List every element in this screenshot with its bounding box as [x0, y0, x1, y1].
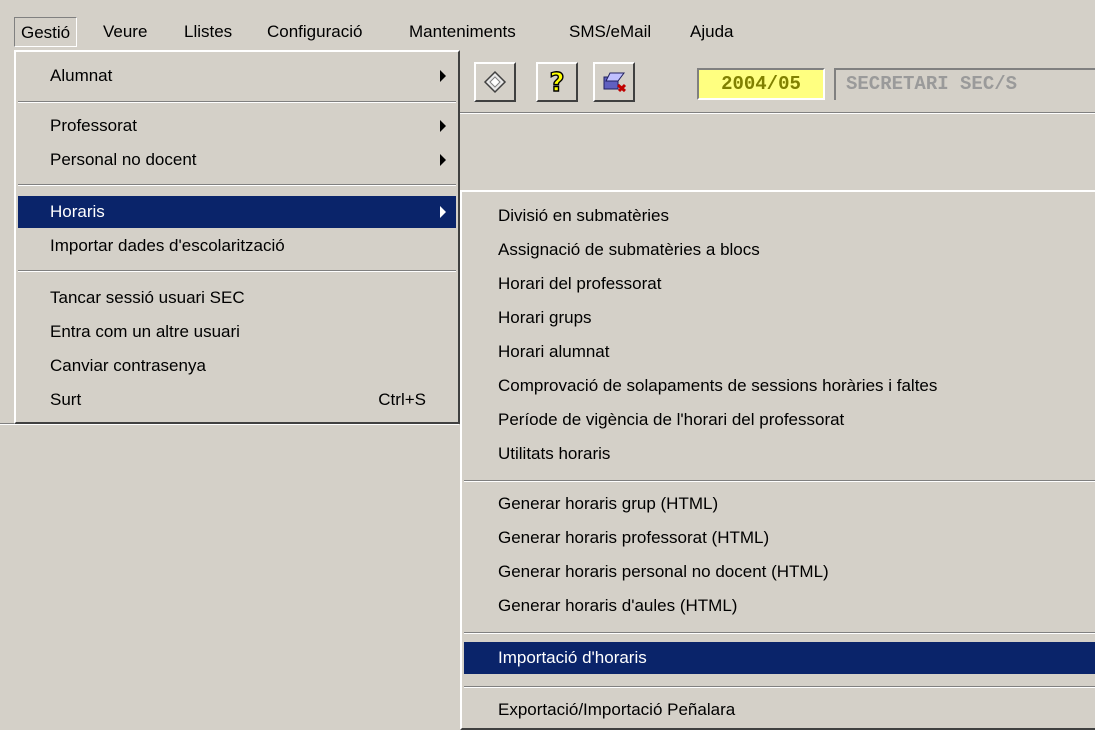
menu-item-label: Importar dades d'escolarització — [50, 236, 285, 255]
menu-item-exportacio-penalara[interactable]: Exportació/Importació Peñalara — [464, 694, 1095, 726]
exit-button[interactable] — [593, 62, 635, 102]
workspace-divider — [0, 424, 459, 425]
menu-item-surt[interactable]: Surt Ctrl+S — [18, 384, 456, 416]
menu-item-comprovacio-solapaments[interactable]: Comprovació de solapaments de sessions h… — [464, 370, 1095, 402]
menu-item-label: Entra com un altre usuari — [50, 322, 240, 341]
menu-manteniments[interactable]: Manteniments — [403, 17, 522, 47]
menu-item-horari-alumnat[interactable]: Horari alumnat — [464, 336, 1095, 368]
diskette-button[interactable] — [474, 62, 516, 102]
menu-item-entra-altre-usuari[interactable]: Entra com un altre usuari — [18, 316, 456, 348]
menu-item-importar-dades[interactable]: Importar dades d'escolarització — [18, 230, 456, 262]
menu-item-label: Alumnat — [50, 66, 113, 85]
toolbar-divider-highlight — [460, 113, 1095, 114]
menu-item-horaris[interactable]: Horaris — [18, 196, 456, 228]
menu-veure[interactable]: Veure — [97, 17, 153, 47]
menu-ajuda[interactable]: Ajuda — [684, 17, 739, 47]
menu-item-label: Personal no docent — [50, 150, 197, 169]
menu-item-label: Professorat — [50, 116, 137, 135]
menu-item-utilitats-horaris[interactable]: Utilitats horaris — [464, 438, 1095, 470]
exit-icon — [603, 72, 627, 93]
gestio-dropdown: Alumnat Professorat Personal no docent H… — [14, 50, 460, 424]
menu-item-generar-horaris-aules[interactable]: Generar horaris d'aules (HTML) — [464, 590, 1095, 622]
menu-item-alumnat[interactable]: Alumnat — [18, 60, 456, 92]
menu-item-professorat[interactable]: Professorat — [18, 110, 456, 142]
user-display: SECRETARI SEC/S — [834, 68, 1095, 100]
menu-separator — [18, 101, 456, 103]
menu-separator — [18, 184, 456, 186]
menu-item-label: Surt — [50, 390, 82, 409]
svg-text:?: ? — [549, 68, 564, 96]
menu-item-importacio-horaris[interactable]: Importació d'horaris — [464, 642, 1095, 674]
menu-item-horari-professorat[interactable]: Horari del professorat — [464, 268, 1095, 300]
menu-item-assignacio-submateries[interactable]: Assignació de submatèries a blocs — [464, 234, 1095, 266]
menu-item-tancar-sessio[interactable]: Tancar sessió usuari SEC — [18, 282, 456, 314]
menu-item-label: Horaris — [50, 202, 105, 221]
menu-item-generar-horaris-professorat[interactable]: Generar horaris professorat (HTML) — [464, 522, 1095, 554]
menu-bar: Gestió Veure Llistes Configuració Manten… — [0, 0, 1095, 50]
toolbar: ? 2004/05 SECRETARI SEC/S — [460, 50, 1095, 112]
menu-separator — [464, 480, 1095, 482]
menu-item-periode-vigencia[interactable]: Període de vigència de l'horari del prof… — [464, 404, 1095, 436]
academic-year-display: 2004/05 — [697, 68, 825, 100]
menu-item-canviar-contrasenya[interactable]: Canviar contrasenya — [18, 350, 456, 382]
help-button[interactable]: ? — [536, 62, 578, 102]
menu-item-generar-horaris-grup[interactable]: Generar horaris grup (HTML) — [464, 488, 1095, 520]
submenu-arrow-icon — [440, 206, 446, 218]
submenu-arrow-icon — [440, 154, 446, 166]
menu-item-label: Canviar contrasenya — [50, 356, 206, 375]
menu-separator — [464, 686, 1095, 688]
menu-item-horari-grups[interactable]: Horari grups — [464, 302, 1095, 334]
menu-item-personal-no-docent[interactable]: Personal no docent — [18, 144, 456, 176]
menu-item-generar-horaris-personal[interactable]: Generar horaris personal no docent (HTML… — [464, 556, 1095, 588]
menu-separator — [18, 270, 456, 272]
menu-separator — [464, 632, 1095, 634]
menu-llistes[interactable]: Llistes — [178, 17, 238, 47]
horaris-submenu: Divisió en submatèries Assignació de sub… — [460, 190, 1095, 730]
help-question-icon: ? — [549, 68, 565, 96]
menu-item-label: Tancar sessió usuari SEC — [50, 288, 245, 307]
menu-gestio[interactable]: Gestió — [14, 17, 78, 47]
shortcut-label: Ctrl+S — [378, 390, 426, 409]
diskette-icon — [483, 70, 507, 94]
menu-sms-email[interactable]: SMS/eMail — [563, 17, 657, 47]
submenu-arrow-icon — [440, 70, 446, 82]
menu-configuracio[interactable]: Configuració — [261, 17, 368, 47]
submenu-arrow-icon — [440, 120, 446, 132]
menu-item-divisio-submateries[interactable]: Divisió en submatèries — [464, 200, 1095, 232]
